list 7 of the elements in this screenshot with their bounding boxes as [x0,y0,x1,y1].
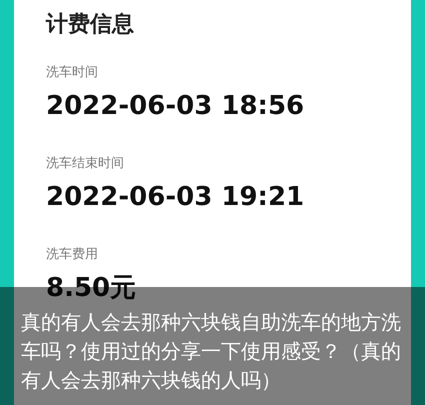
caption-text: 真的有人会去那种六块钱自助洗车的地方洗车吗？使用过的分享一下使用感受？（真的有人会去那种六块钱的人吗） [21,309,402,394]
field-value: 2022-06-03 19:21 [46,181,304,213]
field-label: 洗车时间 [46,64,98,82]
field-label: 洗车费用 [46,246,98,264]
field-label: 洗车结束时间 [46,155,124,173]
field-value: 2022-06-03 18:56 [46,90,304,122]
section-title: 计费信息 [46,11,134,39]
